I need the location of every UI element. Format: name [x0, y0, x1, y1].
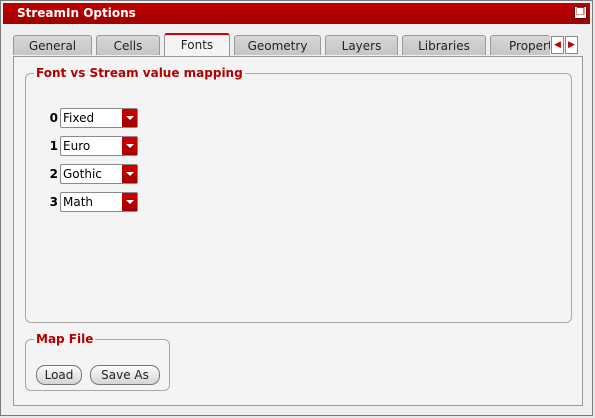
tab-fonts[interactable]: Fonts — [164, 33, 230, 56]
tab-scroll-right-icon[interactable]: ▶ — [565, 36, 578, 54]
title-bar: StreamIn Options ❐ — [3, 3, 590, 24]
font-select[interactable]: Gothic — [60, 164, 138, 184]
stream-value-label: 2 — [49, 167, 58, 181]
tab-geometry[interactable]: Geometry — [234, 35, 321, 55]
font-select[interactable]: Fixed — [60, 108, 138, 128]
streamin-options-window: StreamIn Options ❐ General Cells Fonts G… — [0, 0, 593, 416]
font-select[interactable]: Math — [60, 192, 138, 212]
tab-scroll-left-icon[interactable]: ◀ — [551, 36, 564, 54]
stream-value-label: 0 — [49, 111, 58, 125]
tab-layers[interactable]: Layers — [325, 35, 398, 55]
font-select-value: Euro — [63, 139, 91, 153]
fonts-panel: Font vs Stream value mapping 0 Fixed 1 E… — [13, 56, 583, 406]
chevron-down-icon[interactable] — [122, 193, 137, 211]
map-file-title: Map File — [34, 331, 96, 347]
font-mapping-group: Font vs Stream value mapping 0 Fixed 1 E… — [25, 65, 572, 323]
font-select-value: Gothic — [63, 167, 102, 181]
tab-general[interactable]: General — [13, 35, 92, 55]
stream-value-label: 1 — [49, 139, 58, 153]
window-title: StreamIn Options — [17, 6, 136, 20]
chevron-down-icon[interactable] — [122, 109, 137, 127]
tab-libraries[interactable]: Libraries — [402, 35, 486, 55]
restore-window-icon[interactable]: ❐ — [574, 6, 587, 19]
font-select-value: Fixed — [63, 111, 95, 125]
map-file-group: Map File Load Save As — [25, 331, 170, 391]
font-select-value: Math — [63, 195, 94, 209]
load-button[interactable]: Load — [36, 365, 82, 385]
font-mapping-title: Font vs Stream value mapping — [34, 65, 245, 81]
tab-properties[interactable]: Propert — [490, 35, 550, 55]
font-select[interactable]: Euro — [60, 136, 138, 156]
save-as-button[interactable]: Save As — [90, 365, 160, 385]
chevron-down-icon[interactable] — [122, 137, 137, 155]
tab-cells[interactable]: Cells — [96, 35, 160, 55]
chevron-down-icon[interactable] — [122, 165, 137, 183]
stream-value-label: 3 — [49, 195, 58, 209]
tab-strip: General Cells Fonts Geometry Layers Libr… — [13, 33, 583, 56]
